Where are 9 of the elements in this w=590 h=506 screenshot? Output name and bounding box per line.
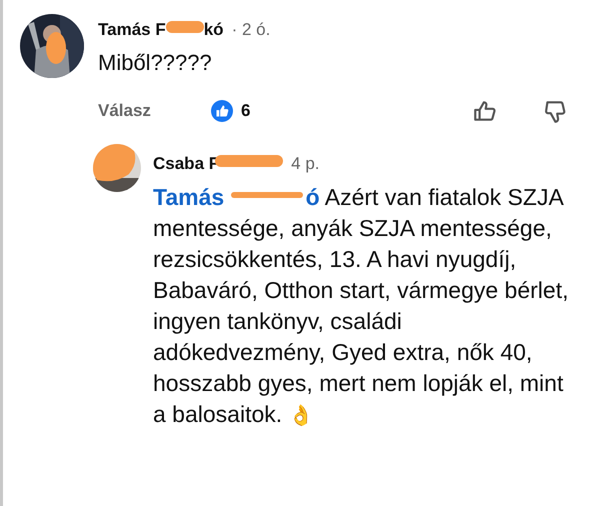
author-name[interactable]: Tamás F kó (98, 20, 224, 40)
reply-link[interactable]: Válasz (98, 101, 151, 121)
reply-text: Tamás ó Azért van fiatalok SZJA mentessége, anyák SZJA mentessége, rezsicsökkentés, 13. A havi nyugdíj, Babaváró, Otthon start, vármegye bérlet, ingyen tankönyv, családi adókedvezmény, Gyed extra, nők 40, hosszabb gyes, mert nem lopják el, mint a balosaitok. 👌 (153, 183, 570, 429)
like-icon (210, 100, 233, 122)
mention-link[interactable]: Tamás ó (153, 184, 320, 210)
timestamp: 4 p. (291, 154, 320, 174)
comment-text: Miből????? (98, 50, 213, 76)
reaction-count: 6 (240, 101, 250, 121)
timestamp: · 2 ó. (232, 20, 270, 40)
